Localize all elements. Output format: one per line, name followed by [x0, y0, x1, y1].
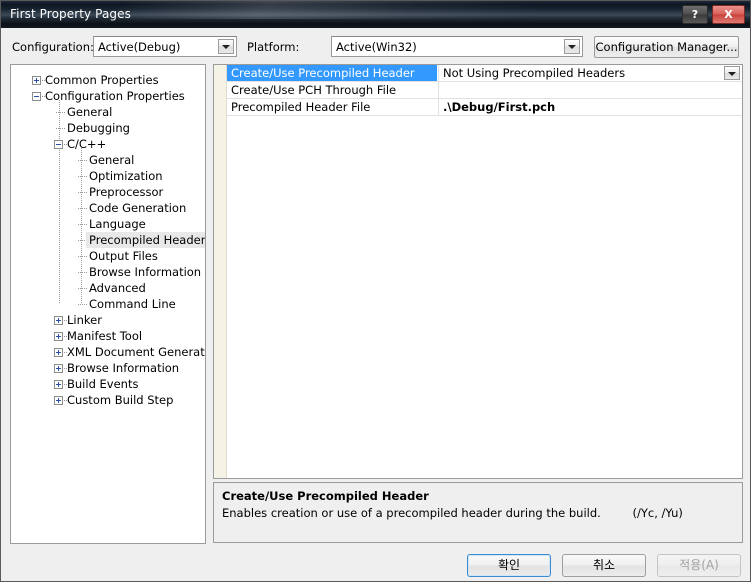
tree-item-c-c[interactable]: C/C++	[11, 136, 205, 152]
title-bar[interactable]: First Property Pages ? X	[1, 1, 750, 28]
tree-item-xml-document-generator[interactable]: XML Document Generator	[11, 344, 205, 360]
tree-connector-stub	[78, 304, 88, 305]
tree-connector-stub	[78, 224, 88, 225]
property-grid-gutter	[214, 65, 227, 478]
tree-item-label: Browse Information	[89, 265, 202, 279]
collapse-icon[interactable]	[32, 92, 41, 101]
tree-connector-stub	[78, 176, 88, 177]
platform-label: Platform:	[247, 40, 300, 54]
tree-item-browse-information[interactable]: Browse Information	[11, 360, 205, 376]
tree-item-label: Advanced	[89, 281, 146, 295]
tree-item-output-files[interactable]: Output Files	[11, 248, 205, 264]
tree-item-manifest-tool[interactable]: Manifest Tool	[11, 328, 205, 344]
property-row-create-use-pch-through-file[interactable]: Create/Use PCH Through File	[227, 82, 742, 99]
tree-connector-stub	[78, 160, 88, 161]
property-name: Create/Use PCH Through File	[231, 83, 397, 97]
expand-icon[interactable]	[54, 396, 63, 405]
description-switches: (/Yc, /Yu)	[632, 506, 683, 520]
chevron-down-icon[interactable]	[564, 39, 580, 54]
expand-icon[interactable]	[54, 332, 63, 341]
window-title: First Property Pages	[10, 7, 131, 21]
chevron-down-icon[interactable]	[218, 39, 234, 54]
platform-value: Active(Win32)	[336, 40, 417, 54]
tree-item-common-properties[interactable]: Common Properties	[11, 72, 205, 88]
tree-inner: Common Properties Configuration Propertie…	[11, 65, 205, 408]
cancel-button[interactable]: 취소	[562, 554, 646, 577]
tree-item-label: Manifest Tool	[67, 329, 143, 343]
platform-dropdown[interactable]: Active(Win32)	[331, 36, 583, 57]
close-icon[interactable]: X	[712, 5, 745, 24]
tree-item-debugging[interactable]: Debugging	[11, 120, 205, 136]
tree-item-precompiled-headers[interactable]: Precompiled Headers	[11, 232, 205, 248]
property-grid[interactable]: Create/Use Precompiled Header Not Using P…	[213, 64, 743, 479]
description-body: Enables creation or use of a precompiled…	[222, 506, 601, 520]
settings-tree[interactable]: Common Properties Configuration Propertie…	[10, 64, 206, 544]
expand-icon[interactable]	[54, 316, 63, 325]
tree-item-label: Custom Build Step	[67, 393, 174, 407]
tree-item-label: C/C++	[67, 137, 107, 151]
tree-item-optimization[interactable]: Optimization	[11, 168, 205, 184]
tree-connector-stub	[78, 256, 88, 257]
help-icon[interactable]: ?	[682, 5, 708, 24]
apply-button[interactable]: 적용(A)	[657, 554, 741, 577]
tree-item-build-events[interactable]: Build Events	[11, 376, 205, 392]
description-title: Create/Use Precompiled Header	[222, 489, 429, 503]
tree-item-command-line[interactable]: Command Line	[11, 296, 205, 312]
expand-icon[interactable]	[32, 76, 41, 85]
tree-item-label: XML Document Generator	[67, 345, 206, 359]
tree-item-label: Optimization	[89, 169, 163, 183]
property-value[interactable]	[438, 82, 742, 98]
tree-item-advanced[interactable]: Advanced	[11, 280, 205, 296]
property-row-precompiled-header-file[interactable]: Precompiled Header File .\Debug/First.pch	[227, 99, 742, 116]
tree-connector-stub	[78, 192, 88, 193]
property-row-create-use-precompiled-header[interactable]: Create/Use Precompiled Header Not Using P…	[227, 65, 742, 82]
tree-item-label: Debugging	[67, 121, 130, 135]
property-pages-dialog: First Property Pages ? X Configuration: …	[0, 0, 751, 582]
tree-item-label: Command Line	[89, 297, 176, 311]
description-panel: Create/Use Precompiled Header Enables cr…	[213, 482, 743, 543]
description-body-wrap: Enables creation or use of a precompiled…	[222, 506, 734, 520]
tree-connector-stub	[78, 208, 88, 209]
tree-item-label: Configuration Properties	[45, 89, 185, 103]
tree-item-label: Preprocessor	[89, 185, 164, 199]
configuration-dropdown[interactable]: Active(Debug)	[93, 36, 237, 57]
ok-button[interactable]: 확인	[467, 554, 551, 577]
chevron-down-icon[interactable]	[724, 66, 740, 80]
configuration-manager-button[interactable]: Configuration Manager...	[594, 36, 739, 58]
tree-item-general[interactable]: General	[11, 152, 205, 168]
tree-item-label: Output Files	[89, 249, 158, 263]
tree-connector-stub	[78, 288, 88, 289]
expand-icon[interactable]	[54, 380, 63, 389]
property-name: Create/Use Precompiled Header	[227, 65, 437, 81]
tree-item-code-generation[interactable]: Code Generation	[11, 200, 205, 216]
property-value[interactable]: Not Using Precompiled Headers	[438, 65, 742, 81]
tree-item-label: Code Generation	[89, 201, 187, 215]
expand-icon[interactable]	[54, 348, 63, 357]
tree-connector-stub	[56, 112, 66, 113]
tree-item-label: Linker	[67, 313, 102, 327]
collapse-icon[interactable]	[54, 140, 63, 149]
tree-item-custom-build-step[interactable]: Custom Build Step	[11, 392, 205, 408]
tree-connector-stub	[78, 272, 88, 273]
titlebar-sheen	[114, 1, 548, 19]
expand-icon[interactable]	[54, 364, 63, 373]
tree-item-label: Precompiled Headers	[86, 232, 205, 248]
configuration-label: Configuration:	[12, 40, 94, 54]
tree-connector-stub	[56, 128, 66, 129]
tree-item-label: General	[67, 105, 113, 119]
tree-item-preprocessor[interactable]: Preprocessor	[11, 184, 205, 200]
tree-item-browse-information[interactable]: Browse Information	[11, 264, 205, 280]
tree-item-label: Browse Information	[67, 361, 180, 375]
tree-item-linker[interactable]: Linker	[11, 312, 205, 328]
configuration-value: Active(Debug)	[98, 40, 181, 54]
tree-item-language[interactable]: Language	[11, 216, 205, 232]
property-value[interactable]: .\Debug/First.pch	[438, 99, 742, 115]
property-name: Precompiled Header File	[231, 100, 371, 114]
tree-item-configuration-properties[interactable]: Configuration Properties	[11, 88, 205, 104]
tree-item-general[interactable]: General	[11, 104, 205, 120]
tree-item-label: Language	[89, 217, 146, 231]
tree-item-label: General	[89, 153, 135, 167]
tree-item-label: Common Properties	[45, 73, 159, 87]
tree-item-label: Build Events	[67, 377, 139, 391]
